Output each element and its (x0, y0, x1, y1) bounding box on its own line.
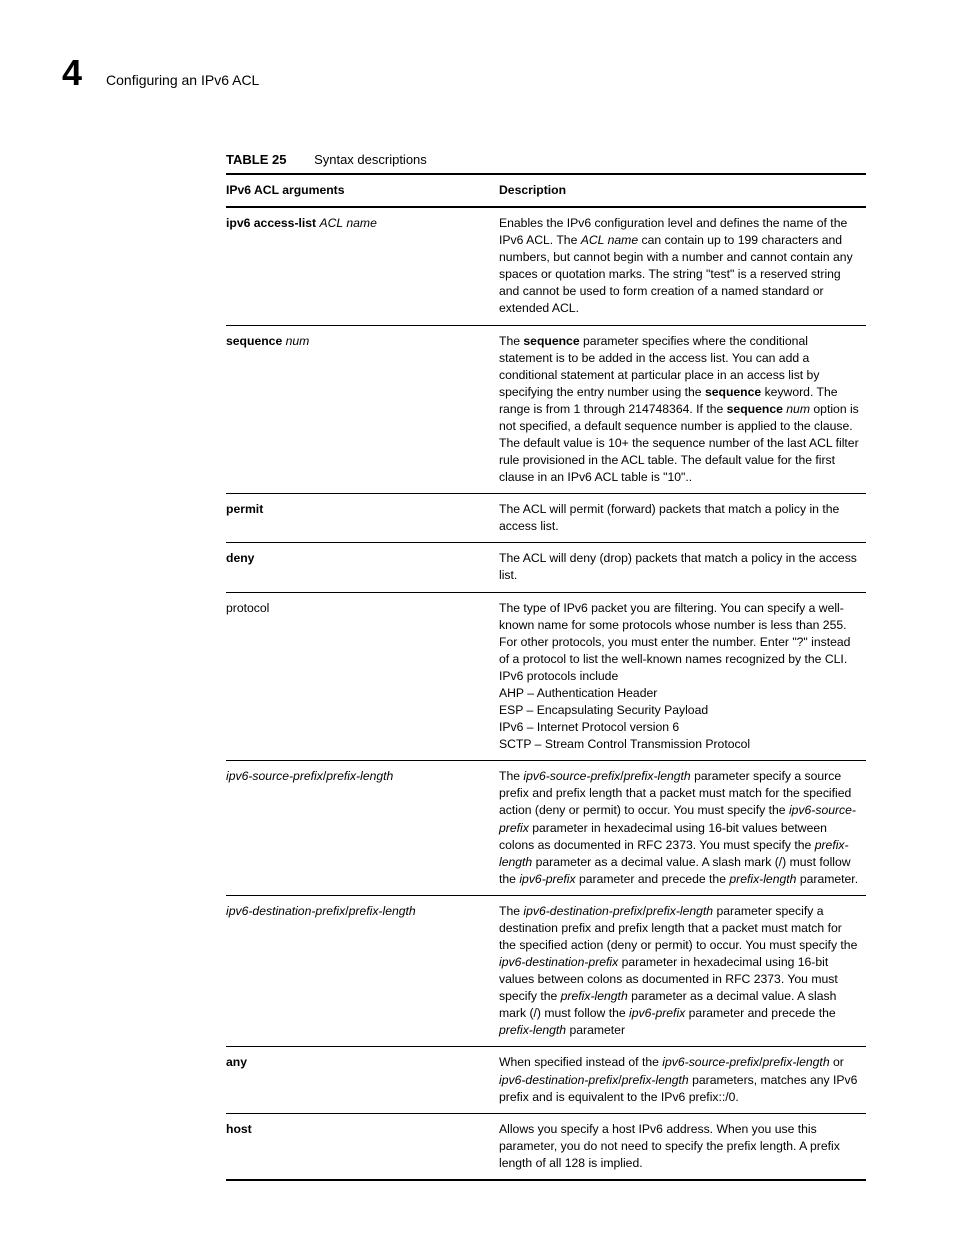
argument-cell: sequence num (226, 325, 499, 494)
argument-cell: host (226, 1113, 499, 1180)
description-cell: The ipv6-destination-prefix/prefix-lengt… (499, 895, 866, 1047)
argument-cell: permit (226, 494, 499, 543)
argument-cell: protocol (226, 592, 499, 761)
argument-cell: ipv6-source-prefix/prefix-length (226, 761, 499, 896)
table-row: permitThe ACL will permit (forward) pack… (226, 494, 866, 543)
table-row: anyWhen specified instead of the ipv6-so… (226, 1047, 866, 1113)
running-header: 4 Configuring an IPv6 ACL (62, 52, 862, 94)
table-row: ipv6 access-list ACL nameEnables the IPv… (226, 207, 866, 325)
table-row: denyThe ACL will deny (drop) packets tha… (226, 543, 866, 592)
table-row: sequence numThe sequence parameter speci… (226, 325, 866, 494)
table-caption: TABLE 25 Syntax descriptions (226, 152, 862, 167)
table-caption-text: Syntax descriptions (314, 152, 427, 167)
section-title: Configuring an IPv6 ACL (106, 72, 259, 88)
description-cell: The ipv6-source-prefix/prefix-length par… (499, 761, 866, 896)
table-row: ipv6-source-prefix/prefix-lengthThe ipv6… (226, 761, 866, 896)
description-cell: The type of IPv6 packet you are filterin… (499, 592, 866, 761)
description-cell: The sequence parameter specifies where t… (499, 325, 866, 494)
description-cell: Enables the IPv6 configuration level and… (499, 207, 866, 325)
table-header-arguments: IPv6 ACL arguments (226, 174, 499, 207)
description-cell: When specified instead of the ipv6-sourc… (499, 1047, 866, 1113)
description-cell: The ACL will permit (forward) packets th… (499, 494, 866, 543)
table-row: hostAllows you specify a host IPv6 addre… (226, 1113, 866, 1180)
argument-cell: ipv6-destination-prefix/prefix-length (226, 895, 499, 1047)
table-header-description: Description (499, 174, 866, 207)
argument-cell: ipv6 access-list ACL name (226, 207, 499, 325)
syntax-table: IPv6 ACL arguments Description ipv6 acce… (226, 173, 866, 1181)
table-row: ipv6-destination-prefix/prefix-lengthThe… (226, 895, 866, 1047)
description-cell: The ACL will deny (drop) packets that ma… (499, 543, 866, 592)
table-label: TABLE 25 (226, 152, 286, 167)
page: 4 Configuring an IPv6 ACL TABLE 25 Synta… (0, 0, 954, 1241)
table-row: protocolThe type of IPv6 packet you are … (226, 592, 866, 761)
chapter-number: 4 (62, 52, 82, 94)
argument-cell: any (226, 1047, 499, 1113)
argument-cell: deny (226, 543, 499, 592)
description-cell: Allows you specify a host IPv6 address. … (499, 1113, 866, 1180)
